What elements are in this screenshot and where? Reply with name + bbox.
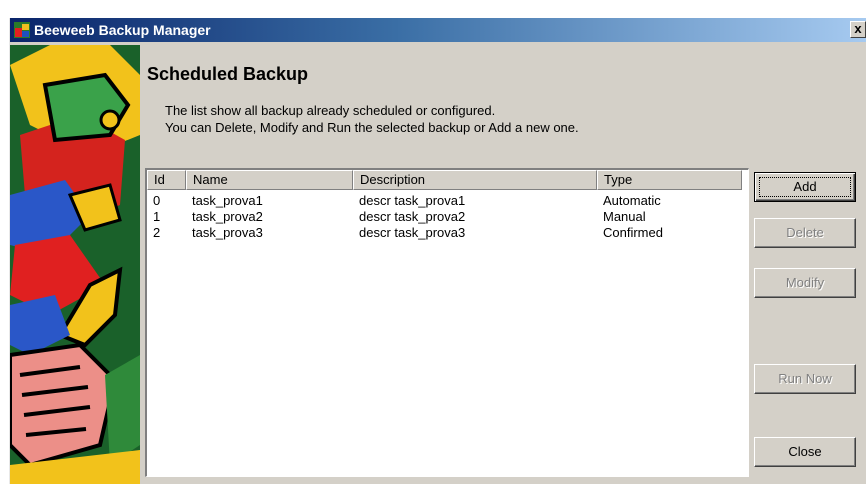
cell-description: descr task_prova3 bbox=[359, 225, 466, 240]
column-header-description[interactable]: Description bbox=[353, 170, 597, 190]
cell-description: descr task_prova2 bbox=[359, 209, 466, 224]
close-icon[interactable]: x bbox=[850, 21, 866, 38]
table-row[interactable]: 2 task_prova3 descr task_prova3 Confirme… bbox=[147, 225, 748, 241]
close-button[interactable]: Close bbox=[754, 437, 856, 467]
backup-manager-window: Beeweeb Backup Manager x Scheduled Backu… bbox=[9, 18, 866, 484]
list-header: Id Name Description Type bbox=[147, 170, 748, 190]
cell-type: Automatic bbox=[603, 193, 661, 208]
table-row[interactable]: 1 task_prova2 descr task_prova2 Manual bbox=[147, 209, 748, 225]
cell-name: task_prova1 bbox=[192, 193, 263, 208]
cell-name: task_prova2 bbox=[192, 209, 263, 224]
decorative-banner-image bbox=[10, 45, 140, 484]
app-logo-icon bbox=[14, 22, 30, 38]
column-header-type[interactable]: Type bbox=[597, 170, 742, 190]
run-now-button[interactable]: Run Now bbox=[754, 364, 856, 394]
cell-id: 0 bbox=[153, 193, 161, 208]
cell-id: 2 bbox=[153, 225, 161, 240]
cell-name: task_prova3 bbox=[192, 225, 263, 240]
cell-type: Manual bbox=[603, 209, 646, 224]
cell-id: 1 bbox=[153, 209, 161, 224]
modify-button[interactable]: Modify bbox=[754, 268, 856, 298]
description-line-2: You can Delete, Modify and Run the selec… bbox=[165, 120, 579, 135]
window-title: Beeweeb Backup Manager bbox=[34, 22, 211, 38]
description-text: The list show all backup already schedul… bbox=[165, 102, 579, 136]
column-header-name[interactable]: Name bbox=[186, 170, 353, 190]
page-title: Scheduled Backup bbox=[147, 64, 309, 84]
title-bar[interactable]: Beeweeb Backup Manager x bbox=[10, 18, 866, 42]
column-header-id[interactable]: Id bbox=[147, 170, 186, 190]
delete-button[interactable]: Delete bbox=[754, 218, 856, 248]
description-line-1: The list show all backup already schedul… bbox=[165, 103, 496, 118]
table-row[interactable]: 0 task_prova1 descr task_prova1 Automati… bbox=[147, 193, 748, 209]
cell-description: descr task_prova1 bbox=[359, 193, 466, 208]
backup-list[interactable]: Id Name Description Type 0 task_prova1 d… bbox=[145, 168, 749, 477]
focus-rectangle bbox=[759, 177, 851, 197]
add-button[interactable]: Add bbox=[754, 172, 856, 202]
cell-type: Confirmed bbox=[603, 225, 663, 240]
